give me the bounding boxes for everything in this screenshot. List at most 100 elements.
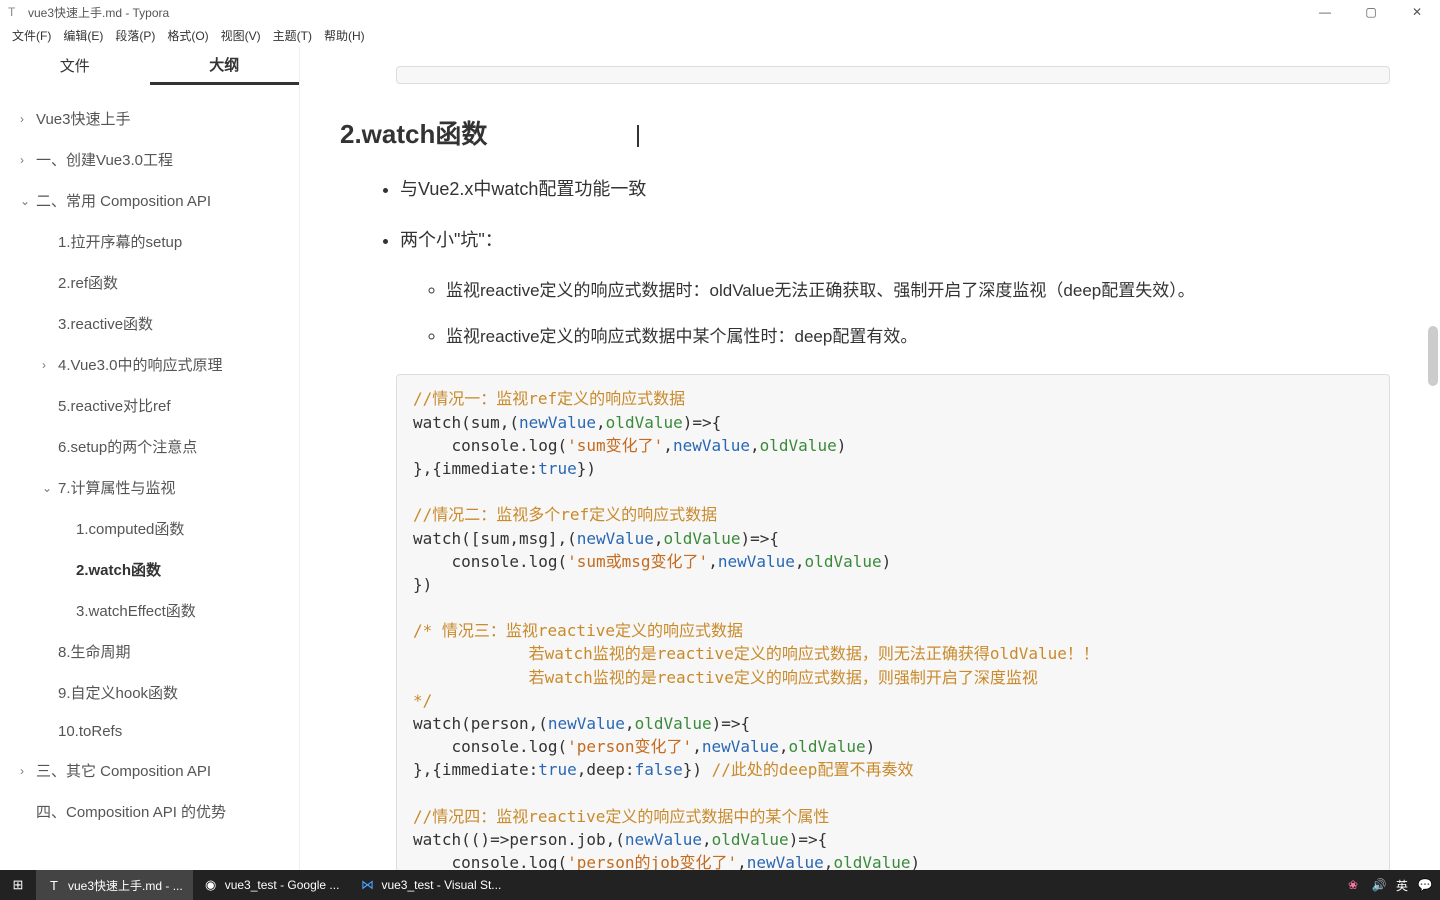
taskbar-item-typora[interactable]: Tvue3快速上手.md - ... xyxy=(36,870,193,900)
chevron-icon: › xyxy=(20,112,36,126)
taskbar-item-chrome[interactable]: ◉ vue3_test - Google ... xyxy=(193,870,350,900)
taskbar-label: vue3_test - Visual St... xyxy=(381,878,501,892)
title-bar: T vue3快速上手.md - Typora — ▢ ✕ xyxy=(0,0,1440,24)
editor-content[interactable]: 2.watch函数 与Vue2.x中watch配置功能一致 两个小"坑"： 监视… xyxy=(300,46,1440,870)
outline-item[interactable]: 9.自定义hook函数 xyxy=(12,672,299,713)
taskbar-label: vue3_test - Google ... xyxy=(225,878,340,892)
outline-label: 3.watchEffect函数 xyxy=(76,600,196,621)
code-tok: ,deep: xyxy=(577,760,635,779)
outline-item[interactable]: 1.computed函数 xyxy=(12,508,299,549)
code-tok: , xyxy=(824,853,834,870)
code-tok: console.log( xyxy=(413,436,567,455)
outline-item[interactable]: 2.watch函数 xyxy=(12,549,299,590)
code-tok: oldValue xyxy=(635,714,712,733)
menu-help[interactable]: 帮助(H) xyxy=(318,27,371,44)
menu-edit[interactable]: 编辑(E) xyxy=(57,27,109,44)
outline-item[interactable]: 3.reactive函数 xyxy=(12,303,299,344)
code-tok: )=>{ xyxy=(712,714,751,733)
outline-label: 3.reactive函数 xyxy=(58,313,153,334)
windows-icon: ⊞ xyxy=(10,877,26,893)
code-tok: , xyxy=(625,714,635,733)
code-line: /* 情况三：监视reactive定义的响应式数据 xyxy=(413,621,743,640)
code-tok: )=>{ xyxy=(741,529,780,548)
window-controls: — ▢ ✕ xyxy=(1302,0,1440,24)
system-tray: ❀ 🔊 英 💬 xyxy=(1344,876,1434,894)
outline-item[interactable]: 8.生命周期 xyxy=(12,631,299,672)
menu-format[interactable]: 格式(O) xyxy=(161,27,214,44)
outline-item[interactable]: 3.watchEffect函数 xyxy=(12,590,299,631)
bullet-list: 与Vue2.x中watch配置功能一致 两个小"坑"： 监视reactive定义… xyxy=(340,175,1390,352)
outline-label: 2.ref函数 xyxy=(58,272,118,293)
code-tok: watch(sum,( xyxy=(413,413,519,432)
ime-lang-2[interactable]: 英 xyxy=(1396,877,1408,894)
outline-item[interactable]: ›4.Vue3.0中的响应式原理 xyxy=(12,344,299,385)
minimize-button[interactable]: — xyxy=(1302,0,1348,24)
menu-paragraph[interactable]: 段落(P) xyxy=(109,27,161,44)
volume-icon[interactable]: 🔊 xyxy=(1370,876,1388,894)
outline-item[interactable]: 2.ref函数 xyxy=(12,262,299,303)
outline-label: 7.计算属性与监视 xyxy=(58,477,176,498)
sub-bullet-1: 监视reactive定义的响应式数据时：oldValue无法正确获取、强制开启了… xyxy=(446,277,1390,306)
code-tok: true xyxy=(538,760,577,779)
code-tok: , xyxy=(737,853,747,870)
outline-item[interactable]: 10.toRefs xyxy=(12,713,299,750)
taskbar-label: vue3快速上手.md - ... xyxy=(68,877,183,894)
outline-item[interactable]: ⌄7.计算属性与监视 xyxy=(12,467,299,508)
outline-item[interactable]: ›三、其它 Composition API xyxy=(12,750,299,791)
outline-label: 一、创建Vue3.0工程 xyxy=(36,149,173,170)
code-line: //情况四：监视reactive定义的响应式数据中的某个属性 xyxy=(413,807,829,826)
outline-tree: ›Vue3快速上手›一、创建Vue3.0工程⌄二、常用 Composition … xyxy=(0,86,299,870)
start-button[interactable]: ⊞ xyxy=(0,870,36,900)
close-button[interactable]: ✕ xyxy=(1394,0,1440,24)
code-tok: 'sum变化了' xyxy=(567,436,663,455)
bullet-1: 与Vue2.x中watch配置功能一致 xyxy=(400,175,1390,204)
code-tok: , xyxy=(663,436,673,455)
menu-theme[interactable]: 主题(T) xyxy=(267,27,318,44)
outline-item[interactable]: 1.拉开序幕的setup xyxy=(12,221,299,262)
outline-label: 三、其它 Composition API xyxy=(36,760,211,781)
chevron-icon: › xyxy=(42,358,58,372)
code-tok: ) xyxy=(837,436,847,455)
outline-item[interactable]: ›Vue3快速上手 xyxy=(12,98,299,139)
sub-bullet-2: 监视reactive定义的响应式数据中某个属性时：deep配置有效。 xyxy=(446,323,1390,352)
code-tok: , xyxy=(779,737,789,756)
sidebar: 文件 大纲 ›Vue3快速上手›一、创建Vue3.0工程⌄二、常用 Compos… xyxy=(0,46,300,870)
tab-outline[interactable]: 大纲 xyxy=(150,46,300,85)
outline-label: 1.computed函数 xyxy=(76,518,184,539)
chevron-icon: › xyxy=(20,153,36,167)
outline-item[interactable]: ›一、创建Vue3.0工程 xyxy=(12,139,299,180)
code-tok: oldValue xyxy=(663,529,740,548)
outline-item[interactable]: ⌄二、常用 Composition API xyxy=(12,180,299,221)
tab-files[interactable]: 文件 xyxy=(0,46,150,85)
prev-code-block-tail xyxy=(396,66,1390,84)
code-tok: newValue xyxy=(718,552,795,571)
code-tok: 'sum或msg变化了' xyxy=(567,552,708,571)
outline-item[interactable]: 四、Composition API 的优势 xyxy=(12,791,299,832)
text-cursor xyxy=(637,125,639,147)
notification-icon[interactable]: 💬 xyxy=(1416,876,1434,894)
window-title: vue3快速上手.md - Typora xyxy=(28,4,169,21)
code-tok: oldValue xyxy=(606,413,683,432)
outline-label: 2.watch函数 xyxy=(76,559,161,580)
menu-file[interactable]: 文件(F) xyxy=(6,27,57,44)
code-tok: newValue xyxy=(625,830,702,849)
code-tok: , xyxy=(795,552,805,571)
code-tok: console.log( xyxy=(413,552,567,571)
maximize-button[interactable]: ▢ xyxy=(1348,0,1394,24)
code-block[interactable]: //情况一：监视ref定义的响应式数据 watch(sum,(newValue,… xyxy=(396,374,1390,870)
typora-icon: T xyxy=(46,877,62,893)
outline-label: 9.自定义hook函数 xyxy=(58,682,178,703)
heading-text: 2.watch函数 xyxy=(340,119,487,149)
chrome-icon: ◉ xyxy=(203,877,219,893)
outline-item[interactable]: 6.setup的两个注意点 xyxy=(12,426,299,467)
taskbar-item-vscode[interactable]: ⋈vue3_test - Visual St... xyxy=(349,870,511,900)
menu-view[interactable]: 视图(V) xyxy=(215,27,267,44)
code-tok: newValue xyxy=(702,737,779,756)
scrollbar-thumb[interactable] xyxy=(1428,326,1438,386)
flower-icon[interactable]: ❀ xyxy=(1344,876,1362,894)
menu-bar: 文件(F) 编辑(E) 段落(P) 格式(O) 视图(V) 主题(T) 帮助(H… xyxy=(0,24,1440,46)
code-tok: newValue xyxy=(747,853,824,870)
code-tok: watch([sum,msg],( xyxy=(413,529,577,548)
outline-item[interactable]: 5.reactive对比ref xyxy=(12,385,299,426)
code-tok: )=>{ xyxy=(789,830,828,849)
